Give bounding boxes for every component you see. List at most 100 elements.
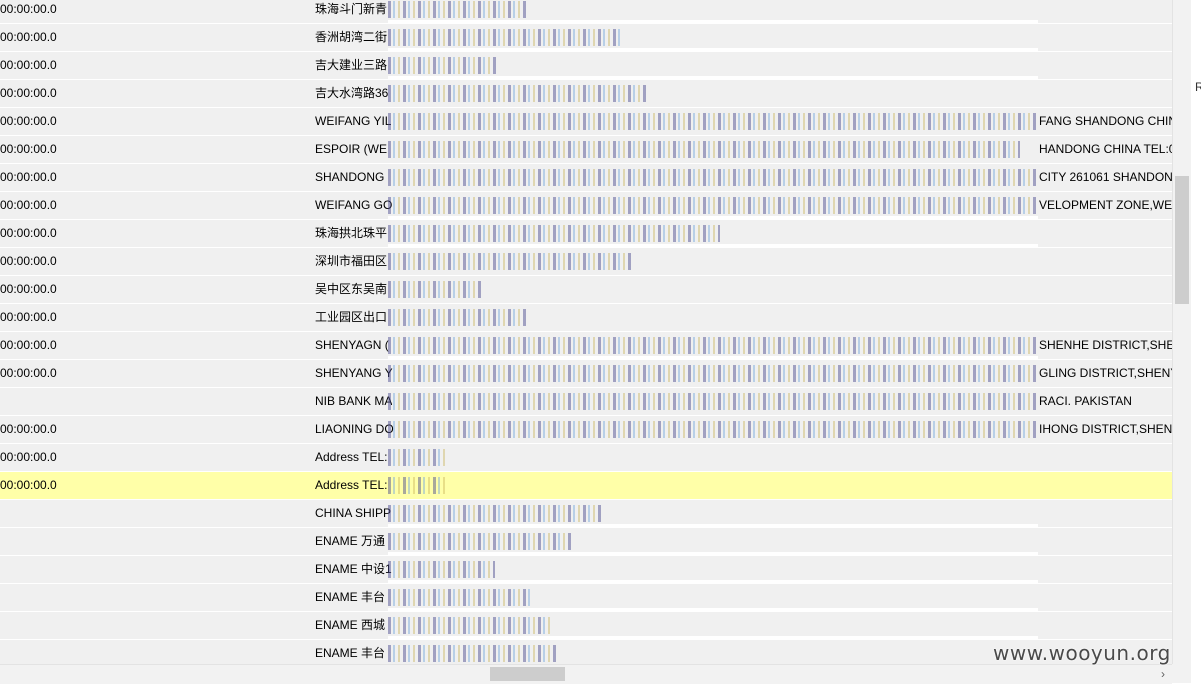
address-cell: ESPOIR (WE (315, 142, 388, 156)
address-cell: ENAME 中设1 (315, 562, 392, 576)
vertical-scroll-thumb[interactable] (1175, 176, 1189, 304)
address-cell-tail: RACI. PAKISTAN (1039, 394, 1132, 408)
horizontal-scrollbar[interactable]: › (0, 664, 1172, 684)
address-cell-tail: FANG SHANDONG CHINA (1039, 114, 1172, 128)
date-cell: 00:00:00.0 (0, 338, 57, 352)
redacted-block (388, 337, 1038, 354)
table-row[interactable]: 00:00:00.0 Address TEL: (0, 444, 1172, 472)
address-cell: SHENYANG Y (315, 366, 393, 380)
address-cell-tail: IHONG DISTRICT,SHENY (1039, 422, 1172, 436)
table-row[interactable]: NIB BANK MA RACI. PAKISTAN (0, 388, 1172, 416)
address-cell: 工业园区出口 (315, 310, 388, 324)
address-cell: ENAME 丰台 (315, 590, 386, 604)
data-grid[interactable]: 00:00:00.0 珠海斗门新青 00:00:00.0 香洲胡湾二街 00:00:00… (0, 0, 1172, 664)
table-row[interactable]: 00:00:00.0 LIAONING DO IHONG DISTRICT,SHEN… (0, 416, 1172, 444)
address-cell: ENAME 西城 (315, 618, 386, 632)
table-row[interactable]: 00:00:00.0 ESPOIR (WE HANDONG CHINA TEL:05… (0, 136, 1172, 164)
table-row[interactable]: 00:00:00.0 WEIFANG YIL FANG SHANDONG CHINA (0, 108, 1172, 136)
address-cell: Address TEL: (315, 450, 388, 464)
redaction-band (388, 580, 1038, 583)
redacted-block (388, 225, 720, 242)
date-cell: 00:00:00.0 (0, 142, 57, 156)
redacted-block (388, 1, 528, 18)
horizontal-scroll-thumb[interactable] (490, 667, 565, 681)
redacted-block (388, 281, 481, 298)
redacted-block (388, 141, 1020, 158)
redacted-block (388, 449, 445, 466)
redaction-band (388, 356, 1038, 359)
address-cell-tail: HANDONG CHINA TEL:053 (1039, 142, 1172, 156)
redacted-block (388, 85, 646, 102)
date-cell: 00:00:00.0 (0, 450, 57, 464)
address-cell-tail: CITY 261061 SHANDONG (1039, 170, 1172, 184)
table-row-selected[interactable]: 00:00:00.0 Address TEL: (0, 472, 1172, 500)
address-cell: NIB BANK MA (315, 394, 393, 408)
redacted-block (388, 393, 1038, 410)
date-cell: 00:00:00.0 (0, 422, 57, 436)
address-cell: CHINA SHIPP (315, 506, 392, 520)
redacted-block (388, 505, 603, 522)
redacted-block (388, 421, 1038, 438)
date-cell: 00:00:00.0 (0, 226, 57, 240)
redaction-band (388, 552, 1038, 555)
redacted-block (388, 365, 1038, 382)
date-cell: 00:00:00.0 (0, 478, 57, 492)
address-cell-tail: SHENHE DISTRICT,SHE (1039, 338, 1172, 352)
address-cell: WEIFANG YIL (315, 114, 392, 128)
redacted-block (388, 169, 1038, 186)
redaction-band (388, 48, 1038, 51)
redacted-block (388, 309, 528, 326)
redacted-block (388, 197, 1038, 214)
redaction-band (388, 76, 1038, 79)
date-cell: 00:00:00.0 (0, 282, 57, 296)
window-edge-glyph: R (1195, 80, 1201, 94)
redacted-block (388, 617, 553, 634)
address-cell-tail: GLING DISTRICT,SHENYA (1039, 366, 1172, 380)
date-cell: 00:00:00.0 (0, 198, 57, 212)
address-cell: 珠海斗门新青 (315, 2, 388, 16)
redacted-block (388, 477, 445, 494)
redaction-band (388, 216, 1038, 219)
redacted-block (388, 533, 573, 550)
date-cell: 00:00:00.0 (0, 254, 57, 268)
table-row[interactable]: 00:00:00.0 吴中区东吴南 (0, 276, 1172, 304)
redacted-block (388, 645, 556, 662)
redacted-block (388, 589, 530, 606)
redaction-band (388, 608, 1038, 611)
date-cell: 00:00:00.0 (0, 2, 57, 16)
address-cell: 香洲胡湾二街 (315, 30, 388, 44)
redacted-block (388, 113, 1038, 130)
table-row[interactable]: 00:00:00.0 工业园区出口 (0, 304, 1172, 332)
address-cell: LIAONING DO (315, 422, 394, 436)
redacted-block (388, 253, 633, 270)
address-cell: 吉大水湾路36 (315, 86, 389, 100)
address-cell: WEIFANG GO (315, 198, 393, 212)
address-cell: SHENYAGN ( (315, 338, 389, 352)
watermark: www.wooyun.org (993, 641, 1171, 665)
scrollbar-corner (1172, 664, 1191, 683)
address-cell-tail: VELOPMENT ZONE,WEIF (1039, 198, 1172, 212)
date-cell: 00:00:00.0 (0, 30, 57, 44)
date-cell: 00:00:00.0 (0, 366, 57, 380)
redacted-block (388, 57, 496, 74)
vertical-scrollbar[interactable] (1172, 0, 1191, 664)
table-row[interactable]: 00:00:00.0 深圳市福田区 (0, 248, 1172, 276)
address-cell: 珠海拱北珠平 (315, 226, 388, 240)
table-row[interactable]: 00:00:00.0 吉大水湾路36 (0, 80, 1172, 108)
address-cell: 深圳市福田区 (315, 254, 388, 268)
redacted-block (388, 561, 495, 578)
redaction-band (388, 244, 1038, 247)
address-cell: ENAME 丰台 (315, 646, 386, 660)
table-row[interactable]: 00:00:00.0 SHENYANG Y GLING DISTRICT,SHENY… (0, 360, 1172, 388)
redaction-band (388, 20, 1038, 23)
redacted-block (388, 29, 623, 46)
scroll-right-arrow-icon[interactable]: › (1156, 666, 1170, 682)
table-row[interactable]: 00:00:00.0 SHANDONG CITY 261061 SHANDONG (0, 164, 1172, 192)
window-edge (1191, 0, 1201, 683)
address-cell: 吴中区东吴南 (315, 282, 388, 296)
redaction-band (388, 524, 1038, 527)
date-cell: 00:00:00.0 (0, 170, 57, 184)
address-cell: 吉大建业三路 (315, 58, 388, 72)
address-cell: SHANDONG (315, 170, 385, 184)
address-cell: Address TEL: (315, 478, 388, 492)
